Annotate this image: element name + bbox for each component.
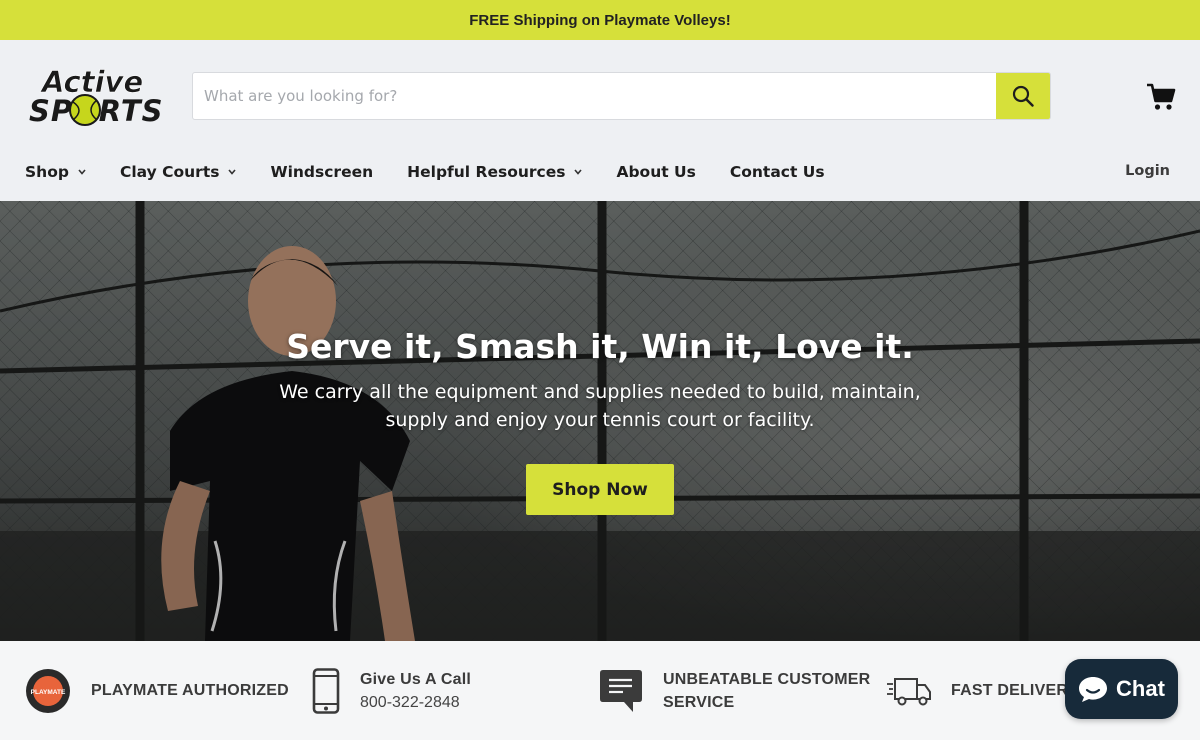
nav-label: Shop (25, 163, 69, 181)
promo-text: FREE Shipping on Playmate Volleys! (469, 11, 731, 29)
main-nav: Shop Clay Courts Windscreen Helpful Reso… (25, 158, 859, 186)
feature-fast-delivery: FAST DELIVERY (887, 641, 1078, 740)
search-input[interactable] (193, 73, 996, 119)
phone-number[interactable]: 800-322-2848 (360, 691, 471, 714)
nav-item-helpful-resources[interactable]: Helpful Resources (407, 163, 583, 181)
nav-label: About Us (616, 163, 696, 181)
badge-text: PLAYMATE (31, 689, 66, 696)
feature-title: FAST DELIVERY (951, 682, 1079, 699)
site-header: Active SPORTS Shop (0, 40, 1200, 201)
cart-button[interactable] (1146, 82, 1176, 112)
chevron-down-icon (78, 169, 86, 175)
hero-banner: Serve it, Smash it, Win it, Love it. We … (0, 201, 1200, 641)
shop-now-button[interactable]: Shop Now (526, 464, 674, 515)
nav-item-windscreen[interactable]: Windscreen (270, 163, 373, 181)
hero-title: Serve it, Smash it, Win it, Love it. (286, 327, 914, 366)
feature-title: UNBEATABLE CUSTOMER (663, 670, 871, 688)
feature-title: Give Us A Call (360, 670, 471, 688)
chat-bubble-icon (600, 669, 642, 712)
nav-item-contact-us[interactable]: Contact Us (730, 163, 825, 181)
search-icon (1012, 85, 1034, 107)
phone-icon (312, 667, 340, 714)
nav-label: Windscreen (270, 163, 374, 181)
tennis-ball-icon (69, 94, 101, 126)
promo-bar: FREE Shipping on Playmate Volleys! (0, 0, 1200, 40)
nav-item-clay-courts[interactable]: Clay Courts (120, 163, 237, 181)
feature-title-line2: SERVICE (663, 693, 735, 711)
nav-label: Clay Courts (119, 163, 220, 181)
nav-label: Contact Us (729, 163, 825, 181)
features-strip: PLAYMATE PLAYMATE AUTHORIZED Give Us A C… (0, 641, 1200, 740)
feature-playmate-authorized: PLAYMATE PLAYMATE AUTHORIZED (25, 641, 289, 740)
search-bar (192, 72, 1051, 120)
chevron-down-icon (574, 169, 583, 175)
chat-bubble-icon (1079, 677, 1108, 702)
playmate-badge-icon: PLAYMATE (26, 668, 70, 713)
logo[interactable]: Active SPORTS (28, 62, 168, 132)
feature-customer-service: UNBEATABLE CUSTOMER SERVICE (599, 641, 870, 740)
search-button[interactable] (996, 73, 1050, 119)
chevron-down-icon (228, 169, 237, 175)
chat-label: Chat (1116, 676, 1165, 701)
nav-item-shop[interactable]: Shop (25, 163, 86, 181)
login-link[interactable]: Login (1125, 163, 1170, 179)
nav-label: Helpful Resources (407, 163, 566, 181)
shop-now-label: Shop Now (552, 479, 648, 500)
hero-subtitle: We carry all the equipment and supplies … (279, 381, 921, 431)
feature-give-us-a-call[interactable]: Give Us A Call 800-322-2848 (312, 641, 471, 740)
cart-icon (1147, 83, 1176, 110)
delivery-truck-icon (887, 677, 931, 705)
nav-item-about-us[interactable]: About Us (616, 163, 695, 181)
feature-title: PLAYMATE AUTHORIZED (91, 682, 289, 699)
chat-button[interactable]: Chat (1065, 659, 1178, 719)
